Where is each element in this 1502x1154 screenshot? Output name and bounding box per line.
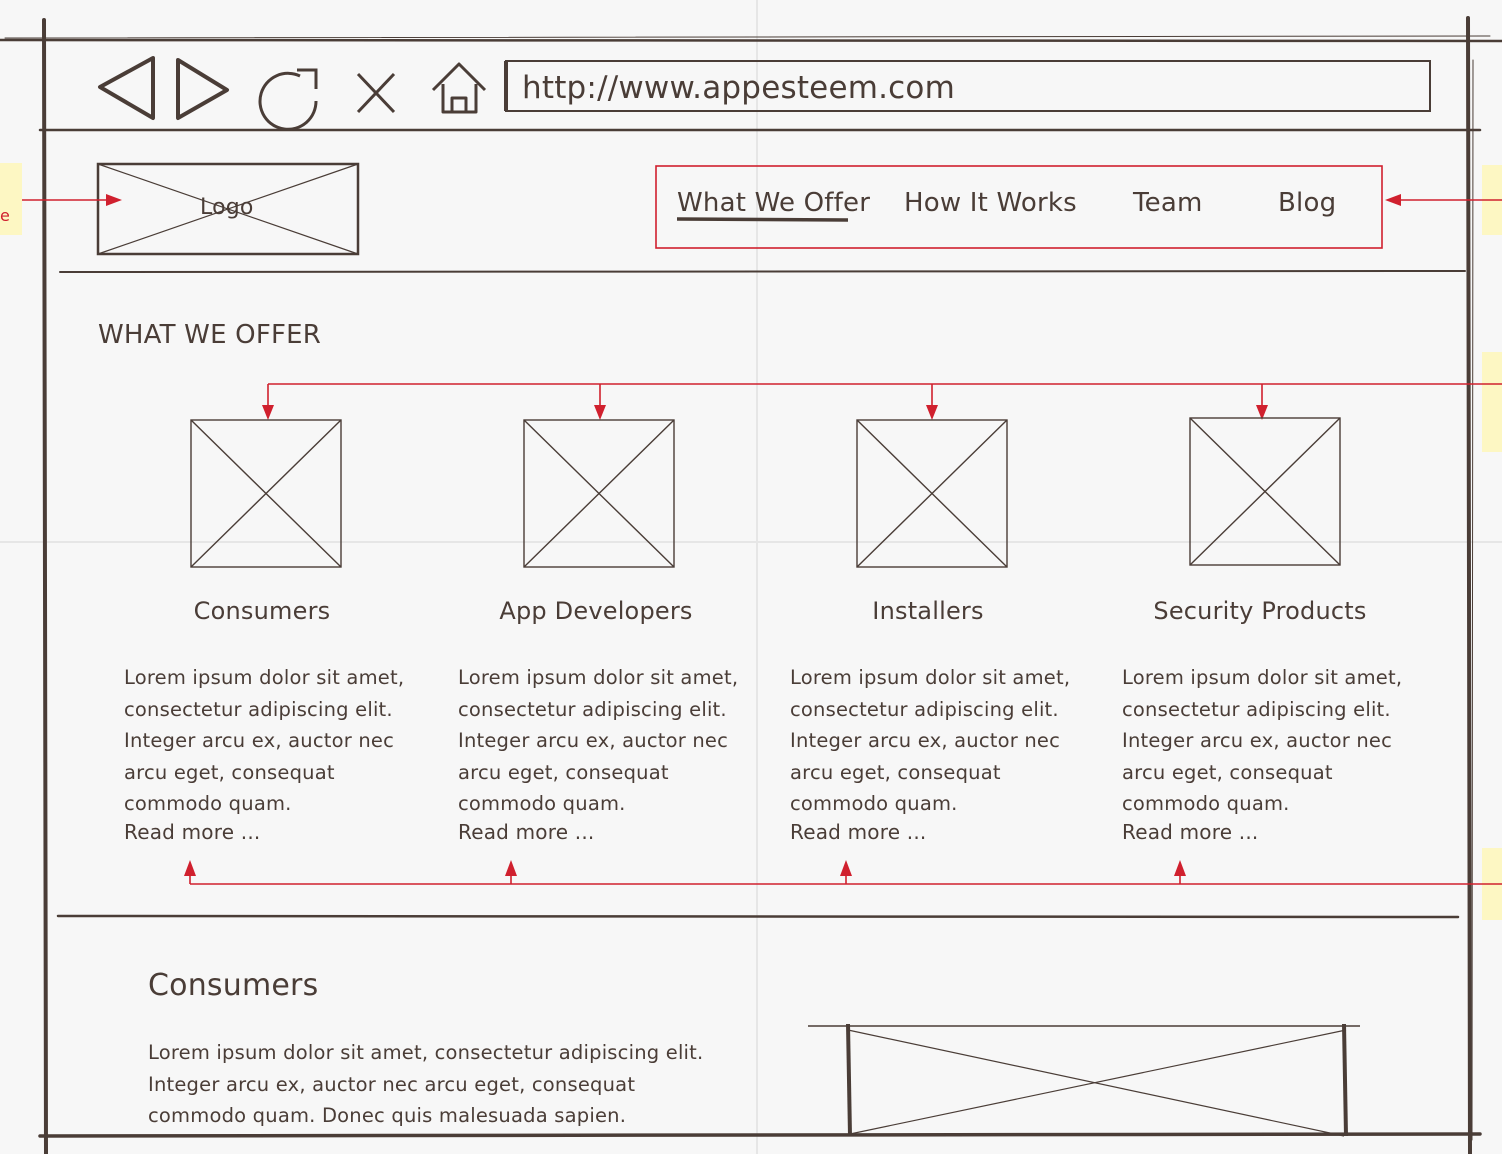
card-body: Lorem ipsum dolor sit amet, consectetur … <box>458 666 739 815</box>
card-title: Security Products <box>1153 597 1367 625</box>
card-image-placeholder <box>523 419 675 568</box>
card-read-more-link[interactable]: Read more ... <box>790 820 926 844</box>
active-nav-underline <box>676 217 849 222</box>
card-image-placeholder <box>190 419 342 568</box>
refresh-icon[interactable] <box>258 68 318 131</box>
detail-title: Consumers <box>148 968 319 1003</box>
card-body: Lorem ipsum dolor sit amet, consectetur … <box>124 666 405 815</box>
card-read-more-link[interactable]: Read more ... <box>124 820 260 844</box>
home-icon[interactable] <box>431 62 487 114</box>
detail-body: Lorem ipsum dolor sit amet, consectetur … <box>148 1041 704 1127</box>
card-title: Installers <box>872 597 984 625</box>
nav-what-we-offer[interactable]: What We Offer <box>677 188 870 218</box>
wireframe-sketch: http://www.appesteem.com Logo What We Of… <box>0 0 1502 1154</box>
nav-team[interactable]: Team <box>1133 188 1203 218</box>
note-tab <box>1482 352 1502 452</box>
card-body: Lorem ipsum dolor sit amet, consectetur … <box>790 666 1071 815</box>
forward-icon[interactable] <box>176 58 229 120</box>
close-icon[interactable] <box>356 72 396 114</box>
card-body: Lorem ipsum dolor sit amet, consectetur … <box>1122 666 1403 815</box>
section-heading: WHAT WE OFFER <box>98 320 322 350</box>
card-read-more-link[interactable]: Read more ... <box>458 820 594 844</box>
detail-image-placeholder <box>808 1023 1360 1137</box>
card-image-placeholder <box>856 419 1008 568</box>
nav-blog[interactable]: Blog <box>1278 188 1336 218</box>
address-bar-url[interactable]: http://www.appesteem.com <box>522 70 955 106</box>
logo-label: Logo <box>200 195 254 220</box>
nav-how-it-works[interactable]: How It Works <box>904 188 1077 218</box>
card-title: Consumers <box>193 597 331 625</box>
annotation-note-fragment: e <box>0 206 10 225</box>
card-read-more-link[interactable]: Read more ... <box>1122 820 1258 844</box>
back-icon[interactable] <box>98 56 155 120</box>
card-title: App Developers <box>499 597 693 625</box>
